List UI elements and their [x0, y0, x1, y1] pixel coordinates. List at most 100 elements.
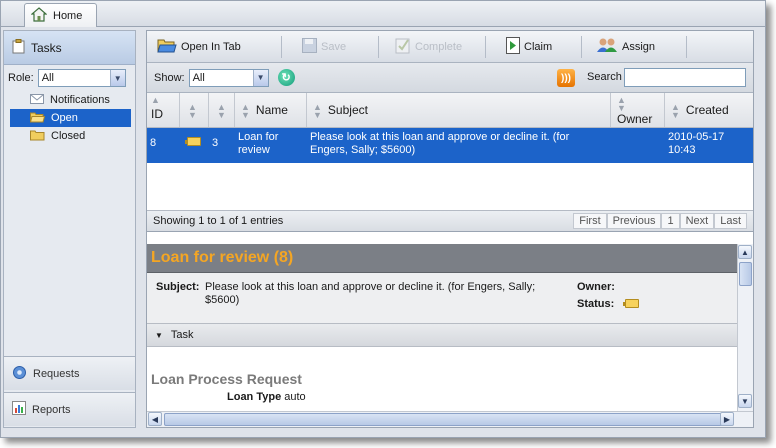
- column-subject[interactable]: ▲ ▼ Subject: [307, 93, 611, 127]
- save-label: Save: [321, 40, 347, 53]
- sort-icon: ▲ ▼: [217, 102, 226, 120]
- pager: First Previous 1 Next Last: [573, 213, 747, 229]
- application-window: Home Tasks Role: All ▼ Notifications Ope…: [0, 0, 766, 438]
- scroll-up-icon[interactable]: ▲: [738, 245, 752, 259]
- show-select-value: All: [192, 71, 205, 84]
- detail-horizontal-scrollbar[interactable]: ◀ ▶: [147, 411, 753, 427]
- complete-button[interactable]: Complete: [379, 35, 485, 59]
- folder-open-icon: [29, 111, 46, 126]
- sidebar-item-label: Closed: [51, 130, 86, 142]
- cell-count: 3: [212, 137, 219, 149]
- task-grid: ▲ ID ▲ ▼ ▲ ▼ ▲ ▼ Name ▲ ▼ Subject ▲ ▼ Ow…: [147, 93, 753, 240]
- toolbar-divider: [686, 35, 687, 58]
- loan-type-label: Loan Type: [227, 391, 282, 403]
- role-label: Role:: [8, 72, 34, 84]
- sidebar-requests[interactable]: Requests: [4, 356, 135, 390]
- role-select-value: All: [41, 72, 54, 84]
- column-created[interactable]: ▲ ▼ Created: [665, 93, 753, 127]
- cell-id: 8: [150, 137, 157, 149]
- task-section-label: Task: [170, 329, 194, 341]
- sidebar: Tasks Role: All ▼ Notifications Open Clo…: [3, 30, 136, 428]
- sort-icon: ▲: [151, 95, 160, 105]
- open-in-tab-label: Open In Tab: [181, 40, 241, 53]
- subject-value: Please look at this loan and approve or …: [205, 281, 536, 306]
- form-title: Loan Process Request: [151, 371, 302, 387]
- assign-label: Assign: [622, 40, 656, 53]
- table-row[interactable]: 8 3 Loan for review Please look at this …: [147, 128, 753, 163]
- column-owner-label: Owner: [617, 112, 653, 126]
- column-id[interactable]: ▲ ID: [147, 93, 180, 127]
- sidebar-item-notifications[interactable]: Notifications: [10, 91, 131, 109]
- toolbar: Open In Tab Save Complete Claim Assign: [147, 31, 753, 63]
- tab-home[interactable]: Home: [24, 3, 97, 27]
- document-play-icon: [506, 36, 520, 57]
- users-icon: [596, 37, 618, 56]
- task-section-header[interactable]: ▼ Task: [147, 323, 737, 347]
- chevron-down-icon[interactable]: ▼: [252, 69, 268, 86]
- task-form: Loan Process Request Loan Type auto: [147, 347, 737, 411]
- sidebar-item-label: Notifications: [50, 94, 110, 106]
- sort-icon: ▲ ▼: [671, 102, 680, 120]
- pager-last[interactable]: Last: [714, 213, 747, 229]
- detail-vertical-scrollbar[interactable]: ▲ ▼: [737, 244, 753, 411]
- refresh-icon[interactable]: ↻: [277, 69, 295, 86]
- column-owner[interactable]: ▲ ▼ Owner: [611, 93, 665, 127]
- folder-icon: [30, 129, 45, 144]
- sort-icon: ▲ ▼: [617, 95, 626, 113]
- scroll-right-icon[interactable]: ▶: [720, 412, 734, 426]
- save-button[interactable]: Save: [282, 35, 378, 59]
- envelope-icon: [30, 93, 44, 107]
- loan-type-row: Loan Type auto: [227, 391, 306, 403]
- cell-owner: [611, 128, 665, 163]
- scroll-left-icon[interactable]: ◀: [148, 412, 162, 426]
- show-select[interactable]: All ▼: [188, 68, 269, 87]
- sort-icon: ▲ ▼: [241, 102, 250, 120]
- role-select[interactable]: All ▼: [37, 69, 126, 87]
- entries-summary: Showing 1 to 1 of 1 entries: [153, 215, 284, 227]
- gear-icon: [12, 365, 27, 383]
- tab-home-label: Home: [53, 9, 83, 22]
- main-panel: Open In Tab Save Complete Claim Assign S…: [146, 30, 754, 428]
- cell-name: Loan for review: [238, 131, 279, 156]
- checklist-icon: [395, 37, 411, 57]
- sidebar-reports-label: Reports: [32, 403, 71, 416]
- triangle-down-icon: ▼: [155, 330, 163, 340]
- sort-icon: ▲ ▼: [188, 102, 197, 120]
- column-count[interactable]: ▲ ▼: [209, 93, 235, 127]
- sidebar-header-tasks[interactable]: Tasks: [4, 31, 135, 65]
- rss-icon[interactable]: ))): [557, 69, 575, 87]
- flag-icon: [180, 128, 209, 163]
- cell-created: 2010-05-17 10:43: [668, 131, 725, 156]
- pager-first[interactable]: First: [573, 213, 607, 229]
- column-flag[interactable]: ▲ ▼: [180, 93, 209, 127]
- detail-info: Subject: Please look at this loan and ap…: [147, 273, 737, 323]
- sidebar-requests-label: Requests: [33, 367, 80, 380]
- pager-next[interactable]: Next: [679, 213, 715, 229]
- chevron-down-icon[interactable]: ▼: [109, 70, 125, 86]
- complete-label: Complete: [415, 40, 463, 53]
- sidebar-item-label: Open: [51, 112, 78, 124]
- column-name[interactable]: ▲ ▼ Name: [235, 93, 307, 127]
- grid-header: ▲ ID ▲ ▼ ▲ ▼ ▲ ▼ Name ▲ ▼ Subject ▲ ▼ Ow…: [147, 93, 753, 128]
- task-detail-content: Loan for review (8) Subject: Please look…: [147, 244, 737, 411]
- column-id-label: ID: [151, 107, 163, 121]
- detail-title: Loan for review (8): [147, 244, 737, 273]
- sidebar-reports[interactable]: Reports: [4, 392, 135, 426]
- role-filter: Role: All ▼: [4, 65, 135, 87]
- claim-button[interactable]: Claim: [486, 35, 581, 59]
- filter-bar: Show: All ▼ ↻ ))) Search: [147, 63, 753, 93]
- assign-button[interactable]: Assign: [582, 35, 686, 59]
- pager-page[interactable]: 1: [661, 213, 680, 229]
- scroll-thumb[interactable]: [739, 262, 752, 286]
- scroll-thumb[interactable]: [164, 413, 729, 426]
- folder-open-icon: [157, 37, 177, 56]
- scroll-down-icon[interactable]: ▼: [738, 394, 752, 408]
- search-input[interactable]: [624, 68, 746, 87]
- grid-footer: Showing 1 to 1 of 1 entries First Previo…: [147, 210, 753, 232]
- chart-icon: [12, 401, 26, 418]
- show-label: Show:: [154, 71, 185, 84]
- sidebar-item-closed[interactable]: Closed: [10, 127, 131, 145]
- pager-previous[interactable]: Previous: [606, 213, 662, 229]
- open-in-tab-button[interactable]: Open In Tab: [147, 35, 281, 59]
- sidebar-item-open[interactable]: Open: [10, 109, 131, 127]
